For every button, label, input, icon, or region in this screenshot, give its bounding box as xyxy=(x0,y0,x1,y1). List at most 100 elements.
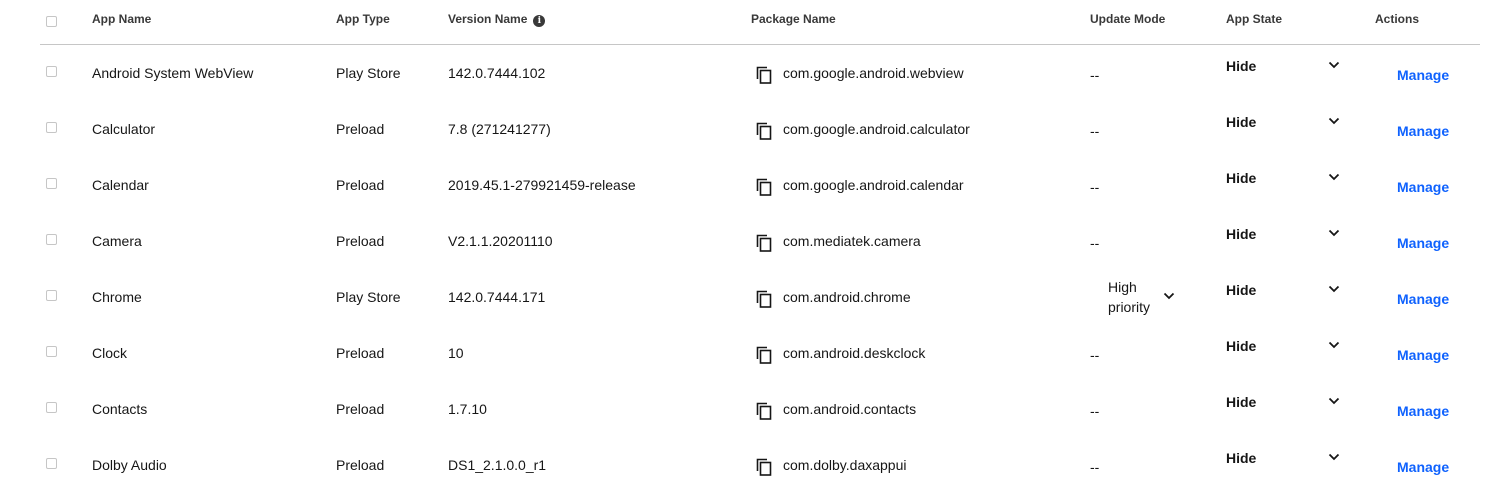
update-mode-value: -- xyxy=(1090,123,1100,139)
update-mode-value: -- xyxy=(1090,235,1100,251)
version-name: 10 xyxy=(448,345,464,361)
manage-link[interactable]: Manage xyxy=(1397,123,1449,139)
version-name: 2019.45.1-279921459-release xyxy=(448,177,636,193)
update-mode-value: -- xyxy=(1090,347,1100,363)
column-header-app-type[interactable]: App Type xyxy=(336,12,390,26)
chevron-down-icon[interactable] xyxy=(1327,170,1341,184)
chevron-down-icon[interactable] xyxy=(1162,289,1176,303)
update-mode-value-line2: priority xyxy=(1108,299,1151,315)
copy-icon[interactable] xyxy=(756,346,772,364)
app-name: Clock xyxy=(92,345,128,361)
app-type: Preload xyxy=(336,345,385,361)
select-all-checkbox[interactable] xyxy=(46,16,57,27)
row-checkbox[interactable] xyxy=(46,178,57,189)
column-header-app-name[interactable]: App Name xyxy=(92,12,151,26)
app-type: Preload xyxy=(336,457,385,473)
app-state-select[interactable]: Hide xyxy=(1226,226,1256,242)
app-type: Play Store xyxy=(336,65,401,81)
package-name: com.google.android.webview xyxy=(783,65,964,81)
version-name: 1.7.10 xyxy=(448,401,487,417)
column-header-update-mode[interactable]: Update Mode xyxy=(1090,12,1165,26)
column-header-package-name[interactable]: Package Name xyxy=(751,12,836,26)
app-type: Preload xyxy=(336,121,385,137)
copy-icon[interactable] xyxy=(756,66,772,84)
manage-link[interactable]: Manage xyxy=(1397,403,1449,419)
row-checkbox[interactable] xyxy=(46,234,57,245)
app-type: Preload xyxy=(336,177,385,193)
manage-link[interactable]: Manage xyxy=(1397,347,1449,363)
chevron-down-icon[interactable] xyxy=(1327,282,1341,296)
chevron-down-icon[interactable] xyxy=(1327,450,1341,464)
app-state-select[interactable]: Hide xyxy=(1226,338,1256,354)
update-mode-value: -- xyxy=(1090,179,1100,195)
table-row: Chrome Play Store 142.0.7444.171 com.androi… xyxy=(40,269,1480,325)
table-row: Android System WebView Play Store 142.0.74… xyxy=(40,45,1480,101)
column-header-actions: Actions xyxy=(1375,12,1420,26)
app-state-select[interactable]: Hide xyxy=(1226,394,1256,410)
app-state-select[interactable]: Hide xyxy=(1226,170,1256,186)
copy-icon[interactable] xyxy=(756,290,772,308)
update-mode-value: -- xyxy=(1090,403,1100,419)
row-checkbox[interactable] xyxy=(46,66,57,77)
table-body: Android System WebView Play Store 142.0.74… xyxy=(40,45,1480,493)
chevron-down-icon[interactable] xyxy=(1327,338,1341,352)
package-name: com.google.android.calculator xyxy=(783,121,970,137)
info-icon[interactable]: i xyxy=(533,15,546,27)
table-row: Calendar Preload 2019.45.1-279921459-relea… xyxy=(40,157,1480,213)
row-checkbox[interactable] xyxy=(46,402,57,413)
column-header-app-state[interactable]: App State xyxy=(1226,12,1282,26)
update-mode-value: -- xyxy=(1090,459,1100,475)
version-name: 142.0.7444.102 xyxy=(448,65,546,81)
version-name: DS1_2.1.0.0_r1 xyxy=(448,457,547,473)
copy-icon[interactable] xyxy=(756,122,772,140)
app-state-select[interactable]: Hide xyxy=(1226,282,1256,298)
app-type: Preload xyxy=(336,401,385,417)
manage-link[interactable]: Manage xyxy=(1397,179,1449,195)
chevron-down-icon[interactable] xyxy=(1327,58,1341,72)
app-name: Calculator xyxy=(92,121,156,137)
package-name: com.google.android.calendar xyxy=(783,177,964,193)
app-name: Android System WebView xyxy=(92,65,254,81)
app-type: Preload xyxy=(336,233,385,249)
manage-link[interactable]: Manage xyxy=(1397,459,1449,475)
app-name: Dolby Audio xyxy=(92,457,167,473)
app-name: Chrome xyxy=(92,289,142,305)
row-checkbox[interactable] xyxy=(46,122,57,133)
version-name: 7.8 (271241277) xyxy=(448,121,551,137)
chevron-down-icon[interactable] xyxy=(1327,226,1341,240)
app-state-select[interactable]: Hide xyxy=(1226,58,1256,74)
chevron-down-icon[interactable] xyxy=(1327,394,1341,408)
copy-icon[interactable] xyxy=(756,178,772,196)
update-mode-value: -- xyxy=(1090,67,1100,83)
apps-table: App Name App Type Version Name i Package … xyxy=(40,0,1480,493)
table-row: Calculator Preload 7.8 (271241277) com.goog… xyxy=(40,101,1480,157)
chevron-down-icon[interactable] xyxy=(1327,114,1341,128)
row-checkbox[interactable] xyxy=(46,290,57,301)
package-name: com.android.deskclock xyxy=(783,345,926,361)
column-header-version-name[interactable]: Version Name i xyxy=(448,12,546,27)
app-type: Play Store xyxy=(336,289,401,305)
copy-icon[interactable] xyxy=(756,458,772,476)
table-row: Clock Preload 10 com.android.deskclock -- Hid… xyxy=(40,325,1480,381)
update-mode-select[interactable]: High priority xyxy=(1108,277,1150,317)
app-state-select[interactable]: Hide xyxy=(1226,114,1256,130)
table-row: Contacts Preload 1.7.10 com.android.contact… xyxy=(40,381,1480,437)
column-header-version-label: Version Name xyxy=(448,12,528,26)
app-state-select[interactable]: Hide xyxy=(1226,450,1256,466)
copy-icon[interactable] xyxy=(756,234,772,252)
row-checkbox[interactable] xyxy=(46,458,57,469)
manage-link[interactable]: Manage xyxy=(1397,67,1449,83)
copy-icon[interactable] xyxy=(756,402,772,420)
row-checkbox[interactable] xyxy=(46,346,57,357)
manage-link[interactable]: Manage xyxy=(1397,291,1449,307)
version-name: V2.1.1.20201110 xyxy=(448,233,553,249)
app-name: Contacts xyxy=(92,401,148,417)
manage-link[interactable]: Manage xyxy=(1397,235,1449,251)
app-name: Calendar xyxy=(92,177,149,193)
version-name: 142.0.7444.171 xyxy=(448,289,546,305)
package-name: com.android.chrome xyxy=(783,289,911,305)
table-row: Camera Preload V2.1.1.20201110 com.mediatek… xyxy=(40,213,1480,269)
update-mode-value-line1: High xyxy=(1108,279,1137,295)
table-header: App Name App Type Version Name i Package … xyxy=(40,0,1480,45)
package-name: com.mediatek.camera xyxy=(783,233,921,249)
